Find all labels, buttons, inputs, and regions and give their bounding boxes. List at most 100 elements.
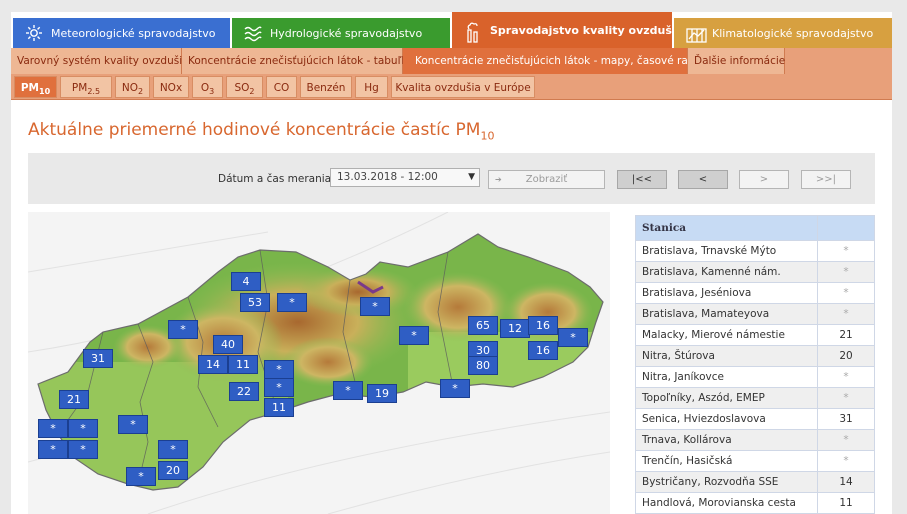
table-row[interactable]: Nitra, Janíkovce *	[635, 366, 875, 388]
slovakia-map[interactable]: 4 53 * * * * 65 12 16 * 40 30 16 31 14 11 * 80 22 * * 19 * 21 11…	[28, 212, 610, 514]
station-marker[interactable]: 31	[83, 349, 113, 368]
station-name: Nitra, Štúrova	[635, 345, 818, 367]
section-tabs: Meteorologické spravodajstvo Hydrologick…	[11, 12, 892, 48]
table-row[interactable]: Trnava, Kollárova *	[635, 429, 875, 451]
station-marker[interactable]: 4	[231, 272, 261, 291]
table-row[interactable]: Trenčín, Hasičská *	[635, 450, 875, 472]
station-marker[interactable]: *	[158, 440, 188, 459]
page-frame: Meteorologické spravodajstvo Hydrologick…	[11, 12, 892, 514]
station-marker[interactable]: *	[118, 415, 148, 434]
subnav-more-info[interactable]: Ďalšie informácie	[688, 48, 785, 74]
pollutant-tabs: PM10 PM2.5 NO2 NOx O3 SO2 CO Benzén Hg K…	[11, 74, 892, 100]
station-marker[interactable]: *	[68, 419, 98, 438]
header-station[interactable]: Stanica	[635, 215, 818, 241]
station-marker[interactable]: *	[126, 467, 156, 486]
tab-co[interactable]: CO	[266, 76, 297, 98]
prev-button[interactable]: <	[678, 170, 728, 189]
chart-icon	[686, 24, 707, 43]
tab-o3[interactable]: O3	[192, 76, 223, 98]
station-table: Stanica Bratislava, Trnavské Mýto * Bratis…	[635, 215, 875, 514]
station-marker[interactable]: *	[168, 320, 198, 339]
station-name: Handlová, Morovianska cesta	[635, 492, 818, 514]
tab-so2[interactable]: SO2	[226, 76, 263, 98]
tab-climatological[interactable]: Klimatologické spravodajstvo	[674, 18, 892, 48]
station-marker[interactable]: 20	[158, 461, 188, 480]
table-row[interactable]: Senica, Hviezdoslavova 31	[635, 408, 875, 430]
station-marker[interactable]: 16	[528, 316, 558, 335]
station-marker[interactable]: *	[399, 326, 429, 345]
last-button[interactable]: >>|	[801, 170, 851, 189]
chevron-down-icon: ▼	[468, 172, 475, 182]
station-marker[interactable]: 80	[468, 356, 498, 375]
station-marker[interactable]: 19	[367, 384, 397, 403]
table-row[interactable]: Handlová, Morovianska cesta 11	[635, 492, 875, 514]
station-marker[interactable]: 53	[240, 293, 270, 312]
subnav-warning-system[interactable]: Varovný systém kvality ovzdušia	[11, 48, 189, 74]
date-select[interactable]: 13.03.2018 - 12:00 ▼	[330, 168, 480, 187]
station-value: 21	[817, 324, 875, 346]
station-marker[interactable]: *	[333, 381, 363, 400]
table-row[interactable]: Bratislava, Kamenné nám. *	[635, 261, 875, 283]
station-marker[interactable]: *	[264, 360, 294, 379]
tab-europe[interactable]: Kvalita ovzdušia v Európe	[391, 76, 535, 98]
table-row[interactable]: Topoľníky, Aszód, EMEP *	[635, 387, 875, 409]
station-marker[interactable]: *	[38, 419, 68, 438]
table-row[interactable]: Bratislava, Mamateyova *	[635, 303, 875, 325]
station-value: 31	[817, 408, 875, 430]
station-name: Trnava, Kollárova	[635, 429, 818, 451]
station-name: Topoľníky, Aszód, EMEP	[635, 387, 818, 409]
smokestack-icon	[464, 21, 482, 43]
station-name: Bystričany, Rozvodňa SSE	[635, 471, 818, 493]
station-marker[interactable]: 65	[468, 316, 498, 335]
station-marker[interactable]: 11	[264, 398, 294, 417]
subnav-tables[interactable]: Koncentrácie znečisťujúcich látok - tabu…	[182, 48, 413, 74]
tab-climatological-label: Klimatologické spravodajstvo	[712, 26, 874, 40]
first-button[interactable]: |<<	[617, 170, 667, 189]
tab-nox[interactable]: NOx	[153, 76, 189, 98]
station-marker[interactable]: *	[68, 440, 98, 459]
table-row[interactable]: Bratislava, Jeséniova *	[635, 282, 875, 304]
date-filter-bar: Dátum a čas merania: 13.03.2018 - 12:00 …	[28, 153, 875, 204]
tab-benzen[interactable]: Benzén	[300, 76, 352, 98]
station-value: *	[817, 240, 875, 262]
page-title: Aktuálne priemerné hodinové koncentrácie…	[28, 120, 495, 143]
station-marker[interactable]: *	[360, 297, 390, 316]
table-row[interactable]: Malacky, Mierové námestie 21	[635, 324, 875, 346]
station-marker[interactable]: 40	[213, 335, 243, 354]
station-marker[interactable]: *	[38, 440, 68, 459]
tab-air-quality[interactable]: Spravodajstvo kvality ovzdušia	[452, 12, 683, 48]
show-button[interactable]: ➔ Zobraziť	[488, 170, 605, 189]
tab-meteorological-label: Meteorologické spravodajstvo	[51, 26, 216, 40]
station-marker[interactable]: *	[264, 378, 294, 397]
station-marker[interactable]: *	[277, 293, 307, 312]
tab-pm10[interactable]: PM10	[14, 76, 57, 98]
station-marker[interactable]: 14	[198, 355, 228, 374]
table-row[interactable]: Nitra, Štúrova 20	[635, 345, 875, 367]
tab-meteorological[interactable]: Meteorologické spravodajstvo	[13, 18, 230, 48]
station-marker[interactable]: *	[440, 379, 470, 398]
table-body: Bratislava, Trnavské Mýto * Bratislava, Ka…	[635, 240, 875, 514]
tab-hydrological-label: Hydrologické spravodajstvo	[270, 26, 423, 40]
sun-icon	[25, 24, 43, 42]
station-value: *	[817, 429, 875, 451]
station-value: 14	[817, 471, 875, 493]
station-marker[interactable]: 11	[228, 355, 258, 374]
station-marker[interactable]: *	[558, 328, 588, 347]
station-marker[interactable]: 22	[229, 382, 259, 401]
next-button[interactable]: >	[739, 170, 789, 189]
header-value[interactable]	[817, 215, 875, 241]
tab-hg[interactable]: Hg	[355, 76, 388, 98]
tab-pm25[interactable]: PM2.5	[60, 76, 112, 98]
table-row[interactable]: Bratislava, Trnavské Mýto *	[635, 240, 875, 262]
station-marker[interactable]: 21	[59, 390, 89, 409]
station-marker[interactable]: 16	[528, 341, 558, 360]
tab-no2[interactable]: NO2	[115, 76, 150, 98]
station-name: Bratislava, Mamateyova	[635, 303, 818, 325]
table-row[interactable]: Bystričany, Rozvodňa SSE 14	[635, 471, 875, 493]
station-value: *	[817, 261, 875, 283]
subnav-maps[interactable]: Koncentrácie znečisťujúcich látok - mapy…	[403, 48, 701, 74]
tab-hydrological[interactable]: Hydrologické spravodajstvo	[232, 18, 450, 48]
sub-navigation: Varovný systém kvality ovzdušia Koncentr…	[11, 48, 892, 74]
station-marker[interactable]: 12	[500, 319, 530, 338]
station-value: *	[817, 387, 875, 409]
